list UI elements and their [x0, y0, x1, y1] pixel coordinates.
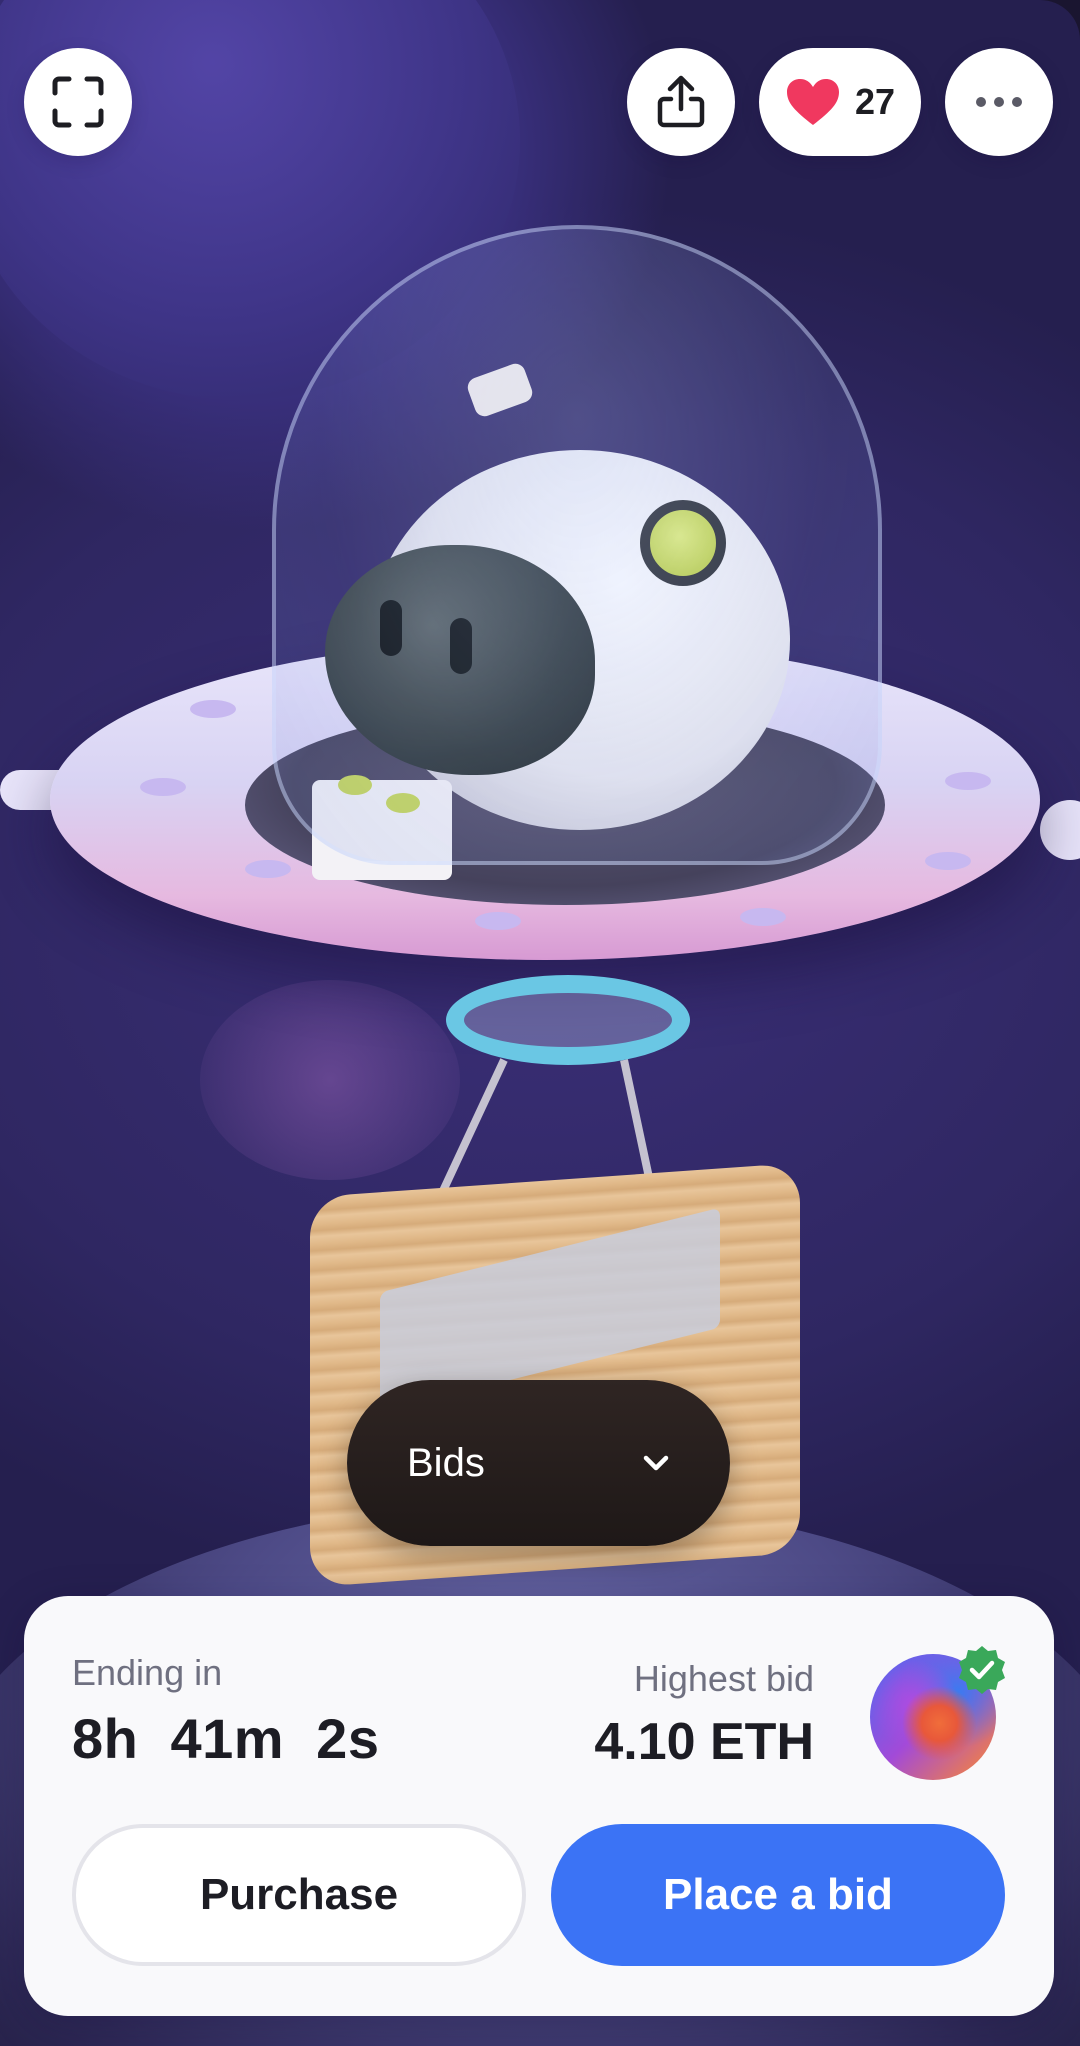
bids-dropdown[interactable]: Bids: [347, 1380, 730, 1546]
background-glow: [200, 980, 460, 1180]
more-icon: [976, 97, 1022, 107]
fullscreen-button[interactable]: [24, 48, 132, 156]
ufo-light: [245, 860, 291, 878]
chevron-down-icon: [643, 1455, 669, 1471]
purchase-button[interactable]: Purchase: [72, 1824, 526, 1966]
ufo-light: [190, 700, 236, 718]
ufo-light: [945, 772, 991, 790]
place-bid-button[interactable]: Place a bid: [551, 1824, 1005, 1966]
more-options-button[interactable]: [945, 48, 1053, 156]
ufo-light: [740, 908, 786, 926]
ufo-light: [140, 778, 186, 796]
ufo-arm-right: [1040, 800, 1080, 860]
like-count: 27: [854, 81, 896, 122]
glass-dome: [272, 225, 882, 865]
ending-in-label: Ending in: [72, 1652, 223, 1693]
auction-card: Ending in 8h 41m 2s Highest bid 4.10 ETH…: [24, 1596, 1054, 2016]
highest-bid-value: 4.10 ETH: [594, 1713, 814, 1771]
ufo-light: [475, 912, 521, 930]
highest-bid-label: Highest bid: [633, 1658, 814, 1699]
like-button[interactable]: 27: [759, 48, 921, 156]
fullscreen-icon: [52, 76, 104, 128]
ufo-light: [925, 852, 971, 870]
ufo-hook-ring: [446, 975, 690, 1065]
share-icon: [657, 75, 705, 128]
bids-label: Bids: [407, 1440, 485, 1485]
heart-icon: [786, 79, 839, 125]
share-button[interactable]: [627, 48, 735, 156]
countdown-timer: 8h 41m 2s: [72, 1707, 380, 1770]
verified-check-icon: [959, 1646, 1005, 1694]
